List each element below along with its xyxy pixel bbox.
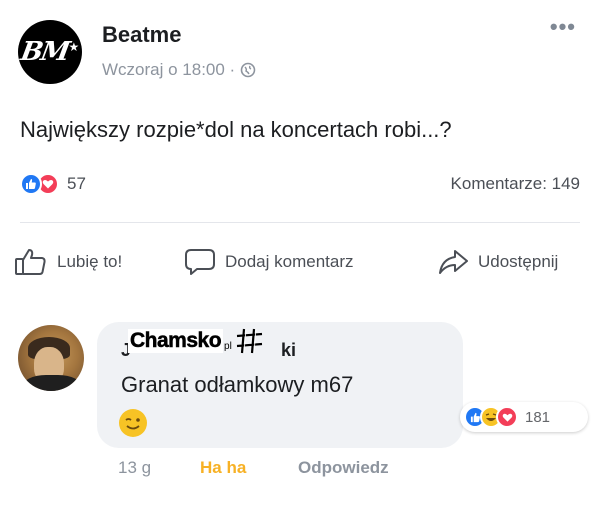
commenter-name-end: ki xyxy=(281,340,297,360)
love-reaction-icon xyxy=(496,406,518,428)
divider xyxy=(20,222,580,223)
reply-button[interactable]: Odpowiedz xyxy=(298,458,389,478)
share-arrow-icon xyxy=(439,250,468,274)
share-label: Udostępnij xyxy=(478,252,559,271)
commenter-avatar[interactable] xyxy=(18,325,84,391)
globe-icon xyxy=(240,62,256,78)
comment-button[interactable]: Dodaj komentarz xyxy=(184,247,354,277)
more-options-button[interactable]: ••• xyxy=(550,16,576,38)
post-timestamp[interactable]: Wczoraj o 18:00 · xyxy=(102,60,235,80)
page-avatar[interactable]: BM ★ xyxy=(18,20,82,84)
like-label: Lubię to! xyxy=(57,252,123,271)
thumbs-up-icon xyxy=(15,249,46,275)
post-meta: Wczoraj o 18:00 · xyxy=(102,60,256,80)
speech-bubble-icon xyxy=(185,249,215,275)
haha-button[interactable]: Ha ha xyxy=(200,458,246,478)
comment-reactions[interactable]: 181 xyxy=(460,402,588,432)
star-icon: ★ xyxy=(68,40,80,54)
comment-label: Dodaj komentarz xyxy=(225,252,354,271)
comment-time[interactable]: 13 g xyxy=(118,458,151,478)
watermark: Chamsko pl xyxy=(128,326,266,356)
comment-text: Granat odłamkowy m67 xyxy=(121,372,354,397)
hash-icon xyxy=(236,328,262,354)
post-text: Największy rozpie*dol na koncertach robi… xyxy=(20,117,452,142)
reaction-count: 57 xyxy=(67,174,86,193)
watermark-text: Chamsko xyxy=(128,329,224,353)
watermark-domain: pl xyxy=(224,340,232,352)
like-reaction-icon xyxy=(20,173,42,195)
comments-count[interactable]: Komentarze: 149 xyxy=(451,174,580,194)
like-button[interactable]: Lubię to! xyxy=(14,247,122,277)
wink-emoji-icon xyxy=(119,409,147,437)
facebook-post: BM ★ Beatme Wczoraj o 18:00 · ••• Najwię… xyxy=(0,0,600,528)
share-button[interactable]: Udostępnij xyxy=(437,247,558,277)
comment-reaction-count: 181 xyxy=(525,408,551,426)
page-logo: BM xyxy=(18,37,71,67)
post-reactions[interactable]: 57 xyxy=(20,173,86,195)
page-name[interactable]: Beatme xyxy=(102,22,181,48)
